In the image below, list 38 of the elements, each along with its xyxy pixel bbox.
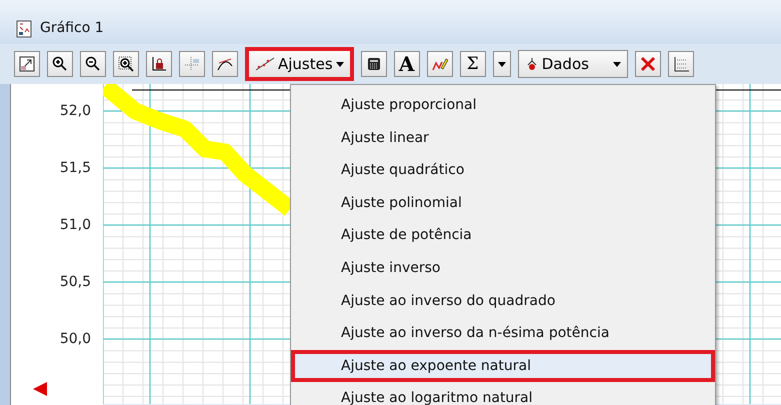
menu-item[interactable]: Ajuste polinomial [291, 186, 715, 220]
zoom-in-icon[interactable] [47, 51, 73, 77]
y-axis-label: 50,0 [60, 331, 91, 347]
y-axis-label: 50,5 [60, 274, 91, 290]
delete-icon[interactable] [634, 51, 661, 77]
scatter-line-icon [255, 57, 275, 71]
dropdown-button[interactable] [492, 51, 511, 77]
menu-item[interactable]: Ajuste inverso [291, 252, 715, 285]
menu-item[interactable]: Ajuste de potência [291, 219, 715, 252]
window-title: Gráfico 1 [40, 20, 104, 38]
chart-document-icon [16, 20, 32, 38]
autoscale-icon[interactable] [14, 51, 40, 77]
menu-item[interactable]: Ajuste ao expoente natural [291, 350, 715, 382]
menu-item[interactable]: Ajuste proporcional [291, 89, 715, 122]
y-axis-label: 51,5 [60, 160, 91, 176]
caret-icon [612, 62, 621, 66]
tangent-icon[interactable] [212, 51, 238, 77]
fit-menu-button[interactable]: Ajustes [245, 47, 354, 81]
sum-button[interactable]: Σ [460, 51, 486, 77]
y-axis-label: 51,0 [60, 217, 91, 233]
menu-item[interactable]: Ajuste ao logaritmo natural [291, 382, 715, 405]
y-axis-label: 52,0 [60, 103, 91, 119]
menu-item[interactable]: Ajuste ao inverso do quadrado [291, 284, 715, 318]
calculator-icon[interactable] [360, 51, 387, 77]
zoom-out-icon[interactable] [80, 51, 106, 77]
caret-icon [336, 62, 344, 66]
data-menu-button[interactable]: Dados [518, 50, 628, 78]
menu-item[interactable]: Ajuste quadrático [291, 154, 715, 187]
chart-grid-icon[interactable] [668, 51, 694, 77]
crosshair-icon[interactable] [179, 51, 205, 77]
menu-item[interactable]: Ajuste linear [291, 122, 715, 154]
lock-icon[interactable] [146, 51, 172, 77]
text-tool-button[interactable]: A [394, 51, 420, 77]
menu-item[interactable]: Ajuste ao inverso da n-ésima potência [291, 317, 715, 350]
zoom-region-icon[interactable] [113, 51, 139, 77]
pencil-curve-icon[interactable] [426, 51, 453, 77]
caret-icon [498, 62, 506, 66]
triangle-marker-icon[interactable] [33, 382, 47, 396]
